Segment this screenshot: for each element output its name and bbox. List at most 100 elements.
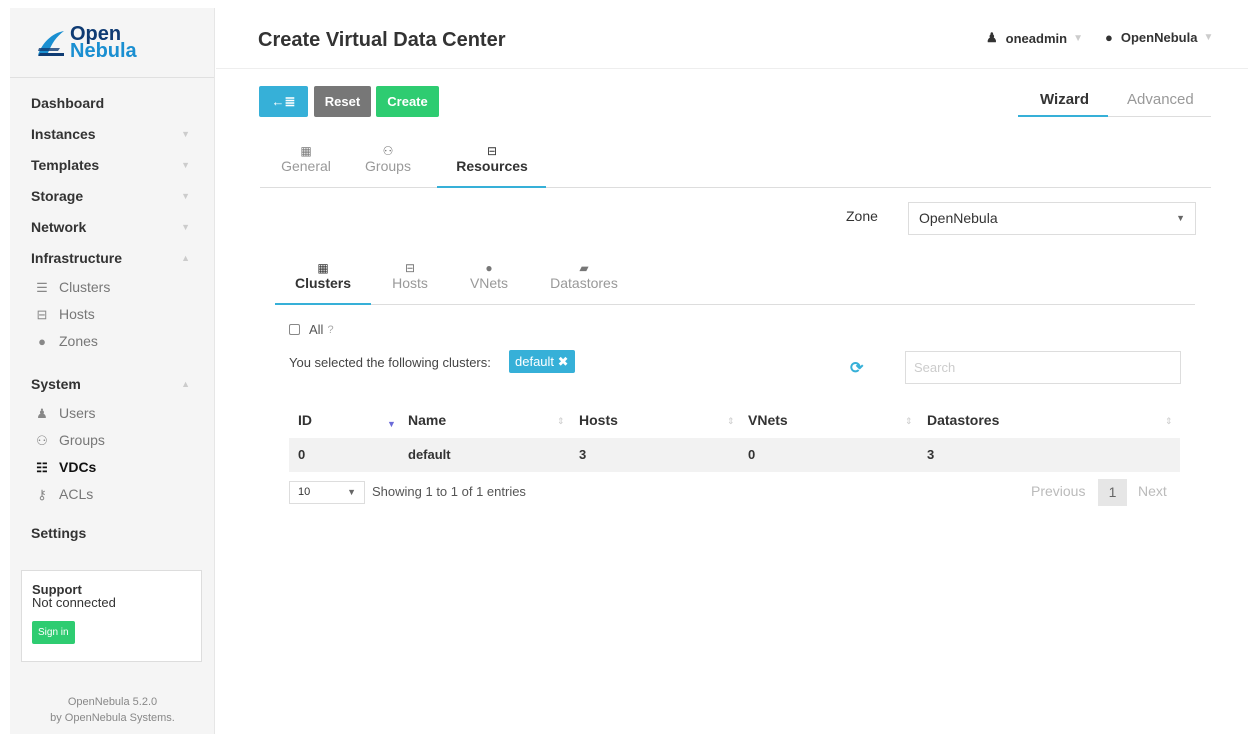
all-label: All (309, 322, 324, 337)
subtab-datastores[interactable]: ▰ Datastores (545, 261, 623, 291)
sidebar-item-instances[interactable]: Instances ▼ (10, 119, 214, 150)
tab-label: General (281, 158, 331, 174)
sidebar-item-label: Storage (31, 188, 84, 204)
tab-label: Hosts (392, 275, 428, 291)
create-button[interactable]: Create (376, 86, 439, 117)
sort-desc-icon[interactable]: ▼ (387, 419, 396, 429)
sign-in-button[interactable]: Sign in (32, 621, 75, 644)
search-input[interactable] (905, 351, 1181, 384)
column-header-vnets[interactable]: VNets (748, 412, 788, 428)
tabs-divider (260, 187, 1211, 188)
version-text: OpenNebula 5.2.0 (67, 696, 158, 708)
tab-label: Clusters (294, 275, 352, 291)
sort-icon[interactable]: ⇕ (557, 416, 565, 427)
sidebar-item-users[interactable]: ♟ Users (10, 400, 214, 427)
sort-icon[interactable]: ⇕ (727, 416, 735, 427)
sidebar-item-label: Groups (59, 432, 105, 448)
all-checkbox[interactable] (289, 324, 300, 335)
sidebar-item-dashboard[interactable]: Dashboard (10, 88, 214, 119)
sort-icon[interactable]: ⇕ (1165, 416, 1173, 427)
zone-select[interactable]: OpenNebula ▼ (908, 202, 1196, 235)
next-page-button[interactable]: Next (1138, 483, 1167, 499)
chevron-down-icon: ▼ (181, 160, 190, 170)
chevron-down-icon: ▼ (181, 222, 190, 232)
sidebar-item-templates[interactable]: Templates ▼ (10, 150, 214, 181)
cell-name: default (408, 447, 451, 462)
column-header-id[interactable]: ID (298, 412, 312, 428)
question-icon[interactable]: ? (327, 324, 333, 336)
tab-indicator (437, 186, 546, 188)
sidebar-item-storage[interactable]: Storage ▼ (10, 181, 214, 212)
chevron-down-icon: ▼ (181, 191, 190, 201)
previous-page-button[interactable]: Previous (1031, 483, 1085, 499)
tab-advanced[interactable]: Advanced (1127, 91, 1194, 108)
folder-icon: ▰ (579, 261, 589, 275)
user-menu[interactable]: ♟ oneadmin ▼ (986, 30, 1083, 46)
cell-vnets: 0 (748, 447, 756, 462)
logo[interactable]: Open Nebula (10, 8, 214, 78)
table-row[interactable]: 0 default 3 0 3 (289, 438, 1180, 472)
cell-hosts: 3 (579, 447, 587, 462)
sidebar-item-acls[interactable]: ⚷ ACLs (10, 481, 214, 508)
chevron-down-icon: ▼ (1073, 32, 1083, 44)
sidebar-item-settings[interactable]: Settings (10, 518, 214, 549)
logo-text-nebula: Nebula (70, 39, 137, 62)
sidebar-item-hosts[interactable]: ⊟ Hosts (10, 301, 214, 328)
globe-icon: ● (485, 261, 493, 275)
selected-clusters-text: You selected the following clusters: (289, 355, 491, 370)
column-header-name[interactable]: Name (408, 412, 446, 428)
reset-button[interactable]: Reset (314, 86, 371, 117)
tab-groups[interactable]: ⚇ Groups (356, 144, 420, 174)
chevron-down-icon: ▼ (1176, 213, 1185, 223)
key-icon: ⚷ (37, 487, 47, 502)
sidebar-item-zones[interactable]: ● Zones (10, 328, 214, 355)
chevron-down-icon: ▼ (181, 129, 190, 139)
sort-icon[interactable]: ⇕ (905, 416, 913, 427)
globe-icon: ● (1105, 30, 1113, 45)
version-info: OpenNebula 5.2.0 by OpenNebula Systems. (10, 694, 215, 726)
sidebar-item-vdcs[interactable]: ☷ VDCs (10, 454, 214, 481)
sidebar-item-label: Zones (59, 333, 98, 349)
hdd-icon: ⊟ (486, 144, 498, 158)
sidebar: Open Nebula Dashboard Instances ▼ Templat… (10, 8, 215, 734)
sidebar-item-system[interactable]: System ▲ (10, 369, 214, 400)
subtab-hosts[interactable]: ⊟ Hosts (386, 261, 434, 291)
current-page-button[interactable]: 1 (1098, 479, 1127, 506)
tab-wizard[interactable]: Wizard (1040, 91, 1089, 108)
page-size-select[interactable]: 10 ▼ (289, 481, 365, 504)
refresh-icon[interactable]: ⟳ (850, 358, 863, 378)
sidebar-item-label: ACLs (59, 486, 94, 502)
users-icon: ⚇ (382, 144, 394, 158)
tab-resources[interactable]: ⊟ Resources (440, 144, 544, 174)
zone-menu[interactable]: ● OpenNebula ▼ (1105, 30, 1213, 45)
selected-cluster-tag[interactable]: default ✖ (509, 350, 575, 373)
user-name: oneadmin (1005, 30, 1068, 46)
globe-icon: ● (38, 334, 46, 349)
header-divider (216, 68, 1248, 69)
support-box: Support Not connected Sign in (21, 570, 202, 662)
subtab-vnets[interactable]: ● VNets (462, 261, 516, 291)
all-row: All ? (289, 322, 334, 337)
opennebula-logo-icon (38, 30, 64, 56)
column-header-datastores[interactable]: Datastores (927, 412, 999, 428)
back-to-list-button[interactable]: ←≣ (259, 86, 308, 117)
sidebar-item-label: Hosts (59, 306, 95, 322)
page-title: Create Virtual Data Center (258, 29, 506, 51)
sidebar-item-label: Instances (31, 126, 96, 142)
sidebar-item-clusters[interactable]: ☰ Clusters (10, 274, 214, 301)
entries-info: Showing 1 to 1 of 1 entries (372, 484, 526, 499)
chevron-up-icon: ▲ (181, 253, 190, 263)
grid-icon: ▦ (300, 144, 312, 158)
sidebar-item-network[interactable]: Network ▼ (10, 212, 214, 243)
sidebar-item-groups[interactable]: ⚇ Groups (10, 427, 214, 454)
users-icon: ⚇ (36, 433, 48, 448)
tab-general[interactable]: ▦ General (279, 144, 333, 174)
column-header-hosts[interactable]: Hosts (579, 412, 618, 428)
grid-icon: ▦ (317, 261, 329, 275)
zone-label: Zone (846, 208, 878, 224)
sidebar-item-label: Templates (31, 157, 100, 173)
sidebar-item-infrastructure[interactable]: Infrastructure ▲ (10, 243, 214, 274)
mode-tab-indicator (1018, 115, 1108, 117)
sidebar-item-label: System (31, 376, 81, 392)
subtab-clusters[interactable]: ▦ Clusters (290, 261, 356, 291)
